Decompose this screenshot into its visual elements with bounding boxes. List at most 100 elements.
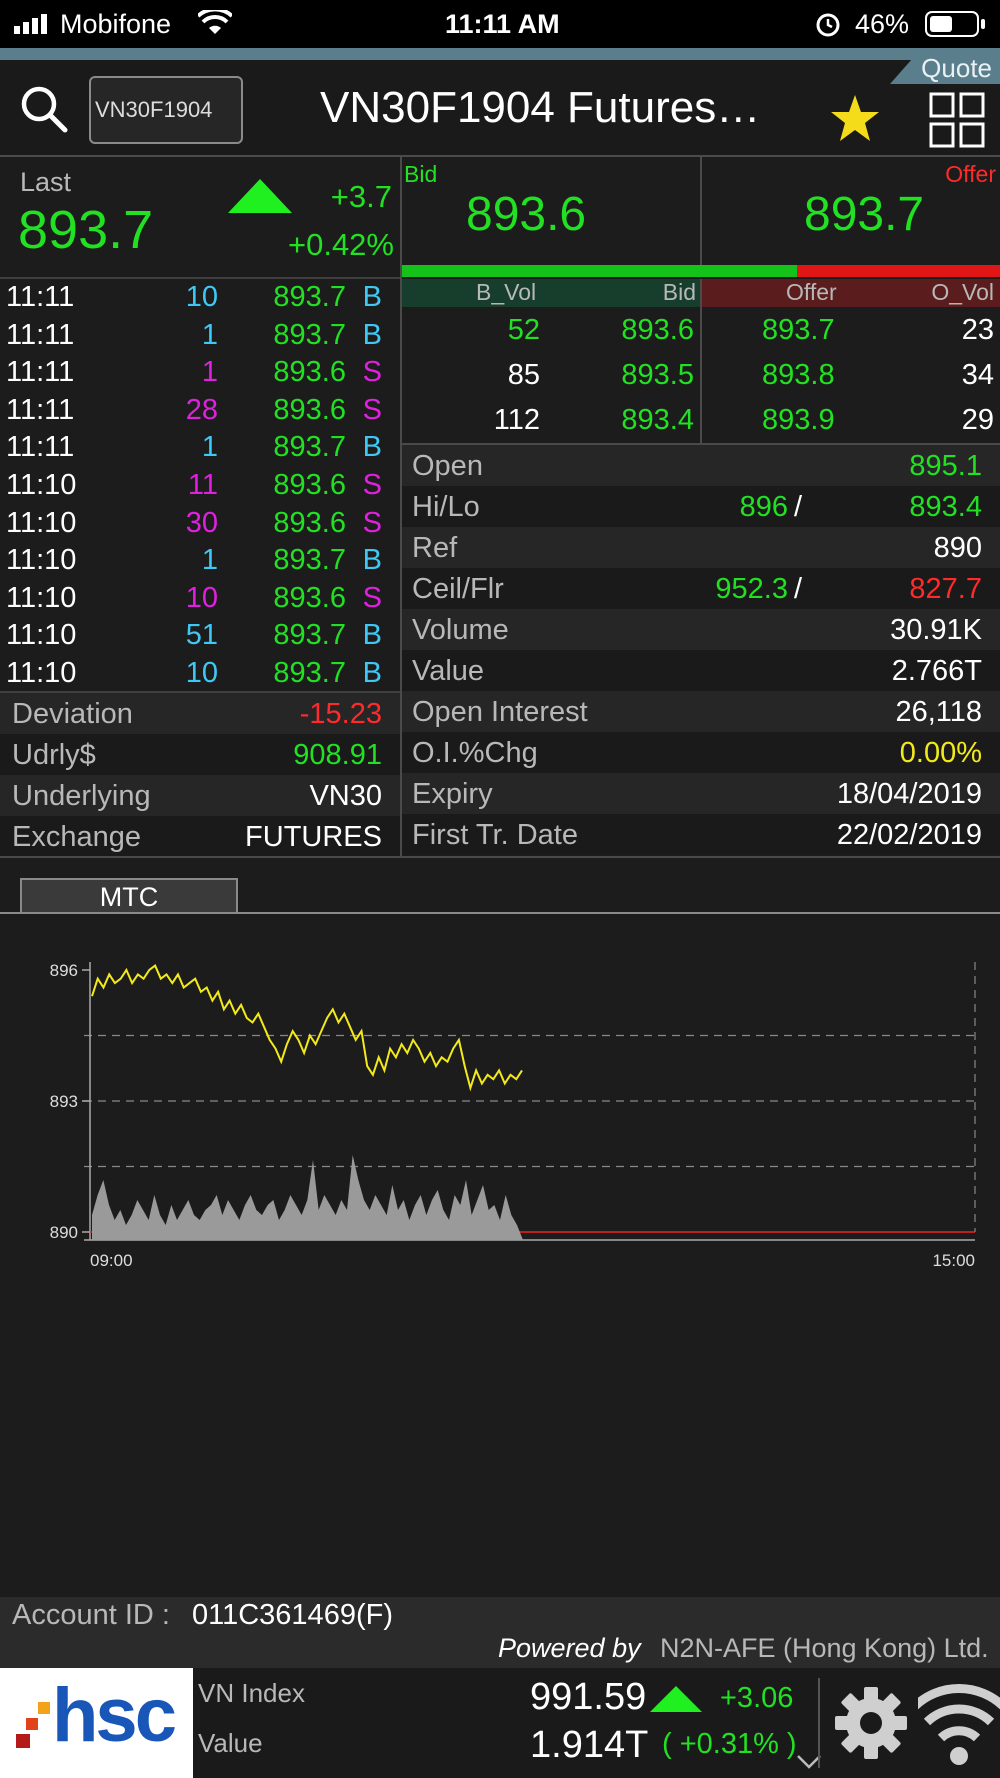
tick-side: B — [362, 281, 382, 313]
price-line — [91, 964, 523, 1092]
tick-row[interactable]: 11:10 30 893.6 S — [0, 505, 400, 543]
best-offer[interactable]: 893.7 — [804, 187, 924, 242]
tick-volume: 1 — [201, 431, 218, 464]
depth-row[interactable]: 85 893.5 893.8 34 — [402, 355, 1000, 399]
tick-time: 11:11 — [6, 393, 75, 426]
tick-price: 893.7 — [273, 281, 346, 313]
up-arrow-icon — [228, 179, 292, 213]
tick-row[interactable]: 11:10 10 893.7 B — [0, 655, 400, 693]
logo-text: hsc — [52, 1673, 177, 1758]
stat-ref: Ref 890 — [402, 527, 1000, 568]
stat-value: Value 2.766T — [402, 650, 1000, 691]
depth-ovol: 29 — [961, 404, 994, 436]
bid-offer-ratio-bar — [402, 265, 1000, 277]
oichg-value: 0.00% — [899, 737, 982, 769]
stat-expiry: Expiry 18/04/2019 — [402, 773, 1000, 814]
tick-side: S — [362, 356, 382, 389]
vn-index-value: 991.59 — [530, 1676, 647, 1718]
tick-time: 11:10 — [6, 619, 77, 652]
tick-row[interactable]: 11:10 10 893.6 S — [0, 580, 400, 618]
tick-row[interactable]: 11:11 1 893.7 B — [0, 317, 400, 355]
tick-row[interactable]: 11:11 28 893.6 S — [0, 392, 400, 430]
stat-open-interest: Open Interest 26,118 — [402, 691, 1000, 732]
grid-menu-icon[interactable] — [929, 92, 985, 148]
tick-volume: 10 — [185, 581, 218, 614]
underlying-label: Underlying — [12, 780, 151, 812]
depth-ovol: 23 — [961, 314, 994, 346]
wifi-icon — [198, 10, 232, 34]
x-tick-label: 09:00 — [90, 1251, 133, 1270]
depth-row[interactable]: 112 893.4 893.9 29 — [402, 400, 1000, 444]
depth-offer: 893.8 — [762, 359, 835, 391]
depth-bid-header: B_Vol Bid — [402, 279, 700, 307]
page-title: VN30F1904 Futures… — [320, 83, 761, 132]
oi-label: Open Interest — [412, 696, 588, 728]
tick-time: 11:11 — [6, 356, 75, 389]
tab-mtc[interactable]: MTC — [20, 878, 238, 914]
depth-bid: 893.6 — [621, 314, 694, 346]
depth-bvol: 85 — [507, 359, 540, 391]
ceil-label: Ceil/Flr — [412, 573, 504, 605]
star-icon[interactable] — [829, 93, 881, 145]
tick-row[interactable]: 11:11 10 893.7 B — [0, 279, 400, 317]
y-tick-label: 896 — [50, 961, 78, 980]
intraday-chart[interactable]: 896 893 890 09:00 15:00 — [0, 914, 1000, 1274]
tick-time: 11:10 — [6, 469, 77, 501]
udrly-value: 908.91 — [293, 739, 382, 771]
col-bid: Bid — [662, 279, 696, 305]
stat-oi-change: O.I.%Chg 0.00% — [402, 732, 1000, 773]
stat-open: Open 895.1 — [402, 445, 1000, 486]
depth-row[interactable]: 52 893.6 893.7 23 — [402, 310, 1000, 354]
expiry-value: 18/04/2019 — [836, 778, 982, 810]
tick-time: 11:11 — [6, 281, 75, 313]
symbol-search-input[interactable]: VN30F1904 — [89, 76, 243, 144]
tick-price: 893.6 — [273, 581, 346, 614]
last-label: Last — [20, 167, 72, 197]
depth-bvol: 112 — [493, 404, 540, 436]
depth-offer: 893.9 — [762, 404, 835, 436]
last-price-panel: Last 893.7 +3.7 +0.42% — [0, 157, 400, 277]
tick-row[interactable]: 11:10 51 893.7 B — [0, 617, 400, 655]
market-value: 1.914T — [530, 1724, 649, 1766]
hsc-logo[interactable]: hsc — [0, 1668, 193, 1778]
open-label: Open — [412, 450, 483, 482]
tick-side: S — [362, 469, 382, 501]
clock: 11:11 AM — [445, 9, 560, 39]
tick-price: 893.6 — [273, 469, 346, 501]
best-bid[interactable]: 893.6 — [466, 187, 586, 242]
gear-icon[interactable] — [834, 1686, 908, 1760]
search-icon[interactable] — [20, 85, 68, 133]
tab-quote-label: Quote — [921, 53, 992, 83]
col-offer: Offer — [786, 279, 837, 305]
col-bvol: B_Vol — [476, 279, 537, 305]
tick-row[interactable]: 11:10 11 893.6 S — [0, 467, 400, 505]
battery-icon — [925, 11, 985, 37]
tick-time: 11:11 — [6, 318, 75, 351]
alarm-icon — [816, 13, 840, 37]
stat-ceil-floor: Ceil/Flr 952.3 / 827.7 — [402, 568, 1000, 609]
tick-row[interactable]: 11:10 1 893.7 B — [0, 542, 400, 580]
first-trade-label: First Tr. Date — [412, 819, 578, 851]
tick-price: 893.6 — [273, 356, 346, 389]
tick-side: S — [362, 506, 382, 539]
stat-first-trade-date: First Tr. Date 22/02/2019 — [402, 814, 1000, 855]
deviation-value: -15.23 — [299, 698, 382, 730]
signal-icon — [14, 14, 47, 34]
tick-time: 11:11 — [6, 431, 75, 464]
vn-index-change: +3.06 — [720, 1682, 794, 1714]
tick-time: 11:10 — [6, 581, 77, 614]
connection-status-icon[interactable] — [918, 1682, 1000, 1766]
battery-percent: 46% — [855, 9, 910, 39]
tick-row[interactable]: 11:11 1 893.6 S — [0, 354, 400, 392]
y-tick-label: 893 — [50, 1092, 78, 1111]
market-value-label: Value — [198, 1728, 263, 1758]
col-ovol: O_Vol — [931, 279, 994, 305]
underlying-value: VN30 — [309, 780, 382, 812]
tick-side: S — [362, 581, 382, 614]
volume-label: Volume — [412, 614, 509, 646]
depth-offer-header: Offer O_Vol — [700, 279, 1000, 307]
divider — [0, 856, 1000, 858]
exchange-value: FUTURES — [245, 821, 382, 853]
stat-deviation: Deviation -15.23 — [0, 693, 400, 734]
tick-row[interactable]: 11:11 1 893.7 B — [0, 429, 400, 467]
